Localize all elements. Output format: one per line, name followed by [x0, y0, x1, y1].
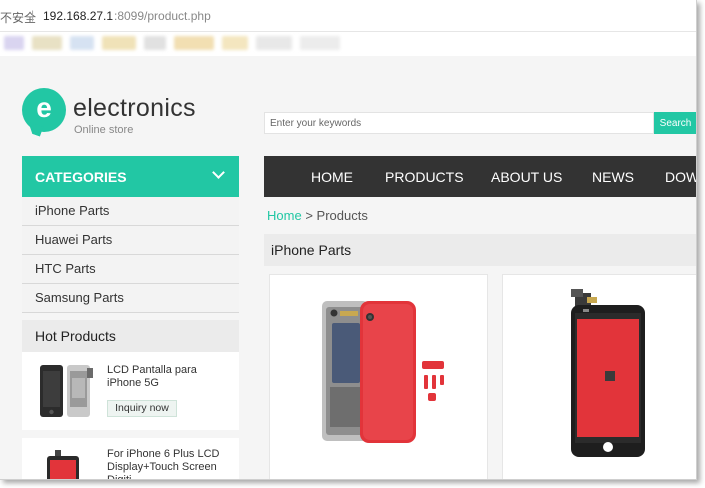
product-card[interactable] — [502, 274, 697, 480]
lcd-display-product-image-large[interactable] — [503, 275, 697, 480]
hot-product-name[interactable]: For iPhone 6 Plus LCD Display+Touch Scre… — [107, 448, 232, 479]
chevron-down-icon[interactable] — [212, 166, 225, 179]
inquiry-now-button[interactable]: Inquiry now — [107, 400, 177, 417]
hot-products-title: Hot Products — [22, 320, 239, 352]
address-separator: | — [31, 8, 35, 22]
categories-title: CATEGORIES — [35, 169, 127, 185]
product-card[interactable] — [269, 274, 489, 480]
url-host[interactable]: 192.168.27.1 — [43, 9, 113, 23]
web-page: e electronics Online store Search CATEGO… — [0, 56, 697, 480]
breadcrumb-home[interactable]: Home — [267, 208, 302, 223]
search-input[interactable] — [264, 112, 654, 134]
site-tagline: Online store — [74, 124, 134, 136]
site-name[interactable]: electronics — [73, 94, 196, 123]
url-path[interactable]: :8099/product.php — [114, 9, 211, 23]
hot-product-item[interactable]: LCD Pantalla para iPhone 5G Inquiry now — [22, 352, 239, 430]
category-item-iphone-parts[interactable]: iPhone Parts — [22, 197, 239, 226]
iphone-housing-product-image[interactable] — [270, 275, 489, 480]
category-item-samsung-parts[interactable]: Samsung Parts — [22, 284, 239, 313]
hot-product-name[interactable]: LCD Pantalla para iPhone 5G — [107, 364, 232, 390]
nav-home[interactable]: HOME — [311, 169, 353, 185]
lcd-display-product-image[interactable] — [35, 446, 97, 480]
nav-news[interactable]: NEWS — [592, 169, 634, 185]
bookmarks-bar-blurred — [4, 34, 344, 52]
categories-list: iPhone Parts Huawei Parts HTC Parts Sams… — [22, 197, 239, 313]
section-title: iPhone Parts — [264, 234, 696, 266]
search-button[interactable]: Search — [654, 112, 696, 134]
logo-letter: e — [36, 92, 52, 123]
breadcrumb: Home > Products — [267, 208, 368, 223]
breadcrumb-current: Products — [316, 208, 368, 223]
address-bar[interactable]: 不安全 | 192.168.27.1 :8099/product.php — [0, 0, 696, 32]
nav-about-us[interactable]: ABOUT US — [491, 169, 562, 185]
lcd-screen-product-image[interactable] — [35, 360, 97, 422]
site-logo[interactable]: e — [22, 88, 66, 132]
hot-product-item[interactable]: For iPhone 6 Plus LCD Display+Touch Scre… — [22, 438, 239, 480]
categories-header[interactable]: CATEGORIES — [22, 156, 239, 197]
browser-window: 不安全 | 192.168.27.1 :8099/product.php e e… — [0, 0, 697, 480]
category-item-htc-parts[interactable]: HTC Parts — [22, 255, 239, 284]
main-nav: HOME PRODUCTS ABOUT US NEWS DOW — [264, 156, 696, 197]
hot-products-panel: Hot Products LCD Pantalla para iPhone 5G… — [22, 320, 239, 480]
nav-downloads[interactable]: DOW — [665, 169, 696, 185]
nav-products[interactable]: PRODUCTS — [385, 169, 464, 185]
breadcrumb-separator: > — [305, 208, 313, 223]
category-item-huawei-parts[interactable]: Huawei Parts — [22, 226, 239, 255]
